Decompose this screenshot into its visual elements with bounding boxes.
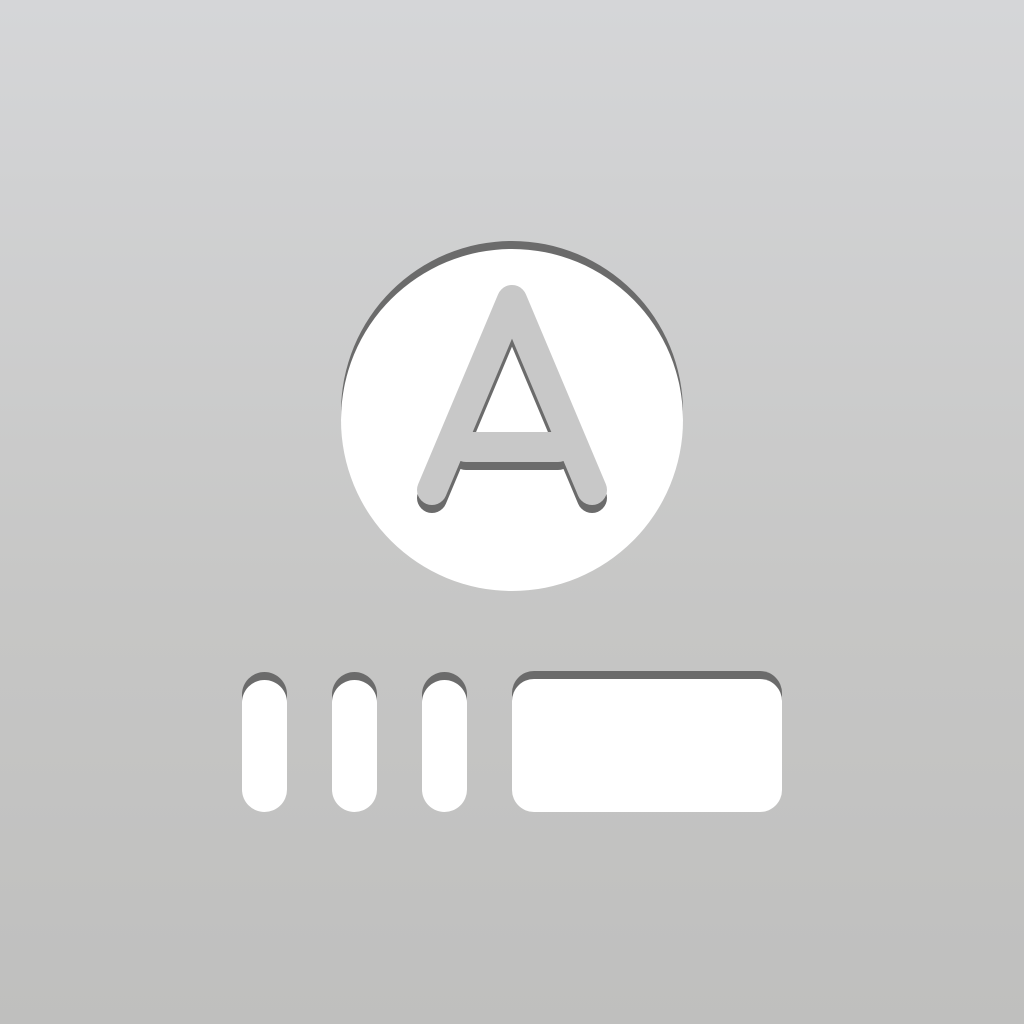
pill-1 [242, 680, 287, 812]
rectangle-face [512, 679, 782, 812]
rounded-rectangle-icon [512, 671, 782, 812]
vertical-bars-icon [242, 672, 467, 812]
app-icon-canvas [0, 0, 1024, 1024]
letter-circle-icon [341, 241, 683, 591]
pill-2 [332, 680, 377, 812]
pill-3 [422, 680, 467, 812]
app-icon-svg [242, 241, 782, 812]
